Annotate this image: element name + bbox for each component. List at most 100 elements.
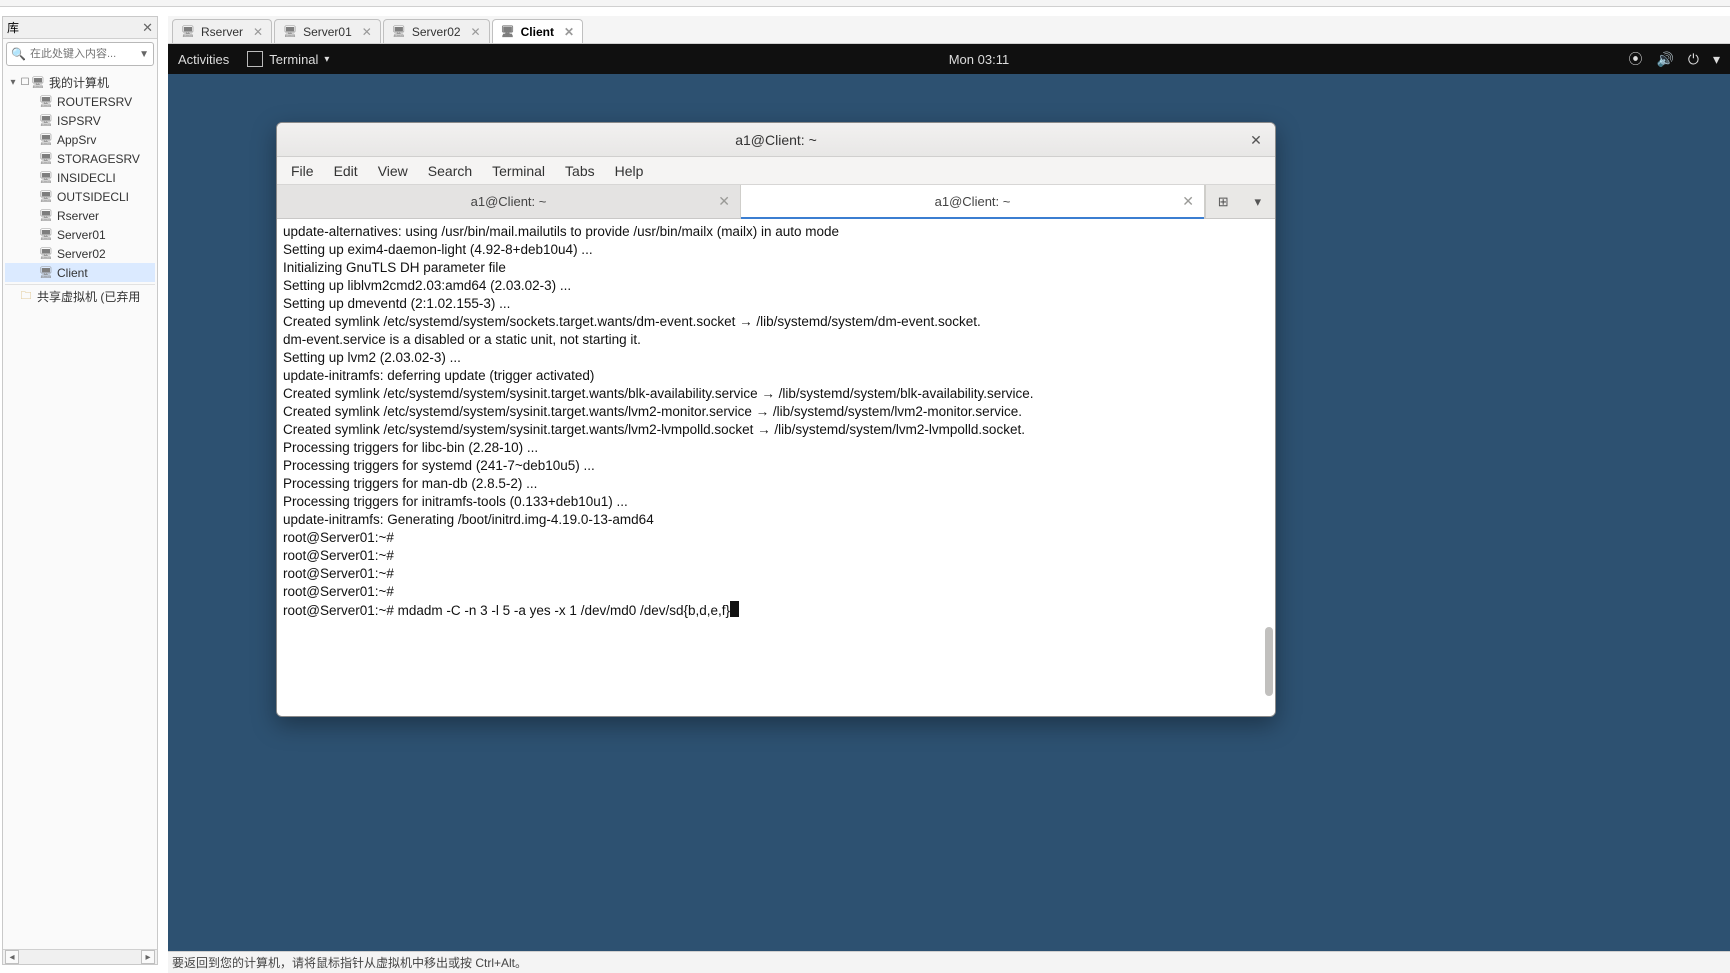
vm-tab-label: Rserver	[201, 25, 243, 39]
vm-icon: 🖥	[39, 190, 53, 204]
tree-separator	[5, 284, 155, 285]
tree-node-label: ROUTERSRV	[57, 95, 132, 109]
tree-node-appsrv[interactable]: 🖥 AppSrv	[5, 130, 155, 149]
tree-shared-label: 共享虚拟机 (已弃用	[37, 288, 140, 305]
menu-terminal[interactable]: Terminal	[492, 163, 545, 179]
power-icon[interactable]: ⏻	[1688, 51, 1699, 68]
scroll-right-icon[interactable]: ▸	[141, 950, 155, 964]
vm-tab-client[interactable]: 🖥Client✕	[492, 19, 583, 43]
terminal-prompt: root@Server01:~#	[283, 603, 398, 618]
terminal-tab-1[interactable]: a1@Client: ~✕	[741, 185, 1205, 218]
terminal-line: Setting up lvm2 (2.03.02-3) ...	[283, 349, 1269, 367]
gnome-clock[interactable]: Mon 03:11	[949, 52, 1009, 67]
close-icon[interactable]: ✕	[471, 25, 481, 39]
vm-tab-server01[interactable]: 🖥Server01✕	[274, 19, 381, 43]
terminal-line: Setting up liblvm2cmd2.03:amd64 (2.03.02…	[283, 277, 1269, 295]
chevron-down-icon[interactable]: ▾	[1713, 51, 1720, 68]
status-hint: 要返回到您的计算机，请将鼠标指针从虚拟机中移出或按 Ctrl+Alt。	[172, 954, 527, 971]
active-app-menu[interactable]: Terminal ▾	[247, 51, 329, 67]
dropdown-icon[interactable]: ▼	[139, 49, 149, 60]
terminal-icon	[247, 51, 263, 67]
tree-node-insidecli[interactable]: 🖥 INSIDECLI	[5, 168, 155, 187]
sidebar-scrollbar[interactable]: ◂ ▸	[3, 949, 157, 964]
chevron-down-icon: ▾	[324, 54, 329, 65]
terminal-line: update-initramfs: deferring update (trig…	[283, 367, 1269, 385]
terminal-line: root@Server01:~#	[283, 565, 1269, 583]
vm-icon: 🖥	[283, 25, 297, 39]
tree-root-my-computer[interactable]: ▾ ☐ 🖥 我的计算机	[5, 73, 155, 92]
terminal-line: Processing triggers for man-db (2.8.5-2)…	[283, 475, 1269, 493]
tree-node-server02[interactable]: 🖥Server02	[5, 244, 155, 263]
terminal-tab-controls: ⊞ ▾	[1205, 185, 1275, 218]
scroll-left-icon[interactable]: ◂	[5, 950, 19, 964]
close-icon[interactable]: ✕	[564, 25, 574, 39]
close-icon[interactable]: ✕	[142, 20, 153, 36]
tree-node-label: Rserver	[57, 209, 99, 223]
vm-icon: 🖥	[39, 114, 53, 128]
vm-tab-rserver[interactable]: 🖥 Rserver ✕	[172, 19, 272, 43]
terminal-tabbar: a1@Client: ~✕a1@Client: ~✕ ⊞ ▾	[277, 185, 1275, 219]
tab-menu-button[interactable]: ▾	[1247, 191, 1269, 213]
new-tab-button[interactable]: ⊞	[1212, 191, 1234, 213]
folder-icon: 🗀	[19, 290, 33, 304]
terminal-line: Created symlink /etc/systemd/system/sock…	[283, 313, 1269, 331]
search-input[interactable]	[30, 48, 135, 60]
tree-node-label: Client	[57, 266, 88, 280]
activities-button[interactable]: Activities	[178, 52, 229, 67]
terminal-line: Created symlink /etc/systemd/system/sysi…	[283, 421, 1269, 439]
vm-tab-server02[interactable]: 🖥 Server02 ✕	[383, 19, 490, 43]
close-icon[interactable]: ✕	[1182, 193, 1194, 210]
active-app-label: Terminal	[269, 52, 318, 67]
terminal-titlebar[interactable]: a1@Client: ~ ✕	[277, 123, 1275, 157]
collapse-icon[interactable]: ▾	[7, 77, 19, 88]
terminal-scrollbar[interactable]	[1265, 219, 1273, 716]
accessibility-icon[interactable]: ⦿	[1628, 49, 1642, 69]
vm-tab-label: Server02	[412, 25, 461, 39]
checkbox-icon[interactable]: ☐	[19, 77, 31, 88]
tree-node-label: STORAGESRV	[57, 152, 140, 166]
close-icon[interactable]: ✕	[718, 193, 730, 210]
vm-icon: 🖥	[39, 171, 53, 185]
vm-icon: 🖥	[39, 133, 53, 147]
tree-node-client[interactable]: 🖥Client	[5, 263, 155, 282]
terminal-output[interactable]: update-alternatives: using /usr/bin/mail…	[277, 219, 1275, 716]
terminal-line: Initializing GnuTLS DH parameter file	[283, 259, 1269, 277]
tree-node-server01[interactable]: 🖥Server01	[5, 225, 155, 244]
tree-node-outsidecli[interactable]: 🖥OUTSIDECLI	[5, 187, 155, 206]
vm-icon: 🖥	[181, 25, 195, 39]
terminal-line: Processing triggers for systemd (241-7~d…	[283, 457, 1269, 475]
library-panel: 库 ✕ 🔍 ▼ ▾ ☐ 🖥 我的计算机 🖥ROUTERSRV🖥ISPSRV🖥Ap…	[2, 16, 158, 965]
scrollbar-thumb[interactable]	[1265, 627, 1273, 697]
close-icon[interactable]: ✕	[1247, 131, 1265, 149]
menu-edit[interactable]: Edit	[334, 163, 358, 179]
menu-search[interactable]: Search	[428, 163, 472, 179]
close-icon[interactable]: ✕	[362, 25, 372, 39]
tree-shared-vms[interactable]: 🗀 共享虚拟机 (已弃用	[5, 287, 155, 306]
vm-icon: 🖥	[39, 209, 53, 223]
tree-node-storagesrv[interactable]: 🖥STORAGESRV	[5, 149, 155, 168]
tree-node-ispsrv[interactable]: 🖥 ISPSRV	[5, 111, 155, 130]
menu-tabs[interactable]: Tabs	[565, 163, 595, 179]
close-icon[interactable]: ✕	[253, 25, 263, 39]
terminal-line: root@Server01:~#	[283, 529, 1269, 547]
volume-icon[interactable]: 🔊	[1656, 51, 1673, 68]
tree-node-label: AppSrv	[57, 133, 96, 147]
main-area: 🖥Rserver✕🖥Server01✕🖥Server02✕🖥Client✕ Ac…	[168, 16, 1730, 973]
library-search[interactable]: 🔍 ▼	[6, 42, 154, 66]
terminal-line: root@Server01:~#	[283, 583, 1269, 601]
tree-node-routersrv[interactable]: 🖥ROUTERSRV	[5, 92, 155, 111]
vm-icon: 🖥	[392, 25, 406, 39]
gnome-status-area[interactable]: ⦿ 🔊 ⏻ ▾	[1628, 49, 1720, 69]
search-icon: 🔍	[11, 47, 26, 61]
tree-node-label: ISPSRV	[57, 114, 101, 128]
menu-view[interactable]: View	[378, 163, 408, 179]
terminal-tab-0[interactable]: a1@Client: ~✕	[277, 185, 741, 218]
tree-node-label: INSIDECLI	[57, 171, 116, 185]
menu-help[interactable]: Help	[615, 163, 644, 179]
menu-file[interactable]: File	[291, 163, 314, 179]
terminal-line: Processing triggers for libc-bin (2.28-1…	[283, 439, 1269, 457]
library-header: 库 ✕	[3, 17, 157, 39]
tree-node-rserver[interactable]: 🖥 Rserver	[5, 206, 155, 225]
terminal-current-line: root@Server01:~# mdadm -C -n 3 -l 5 -a y…	[283, 601, 1269, 620]
terminal-line: update-initramfs: Generating /boot/initr…	[283, 511, 1269, 529]
